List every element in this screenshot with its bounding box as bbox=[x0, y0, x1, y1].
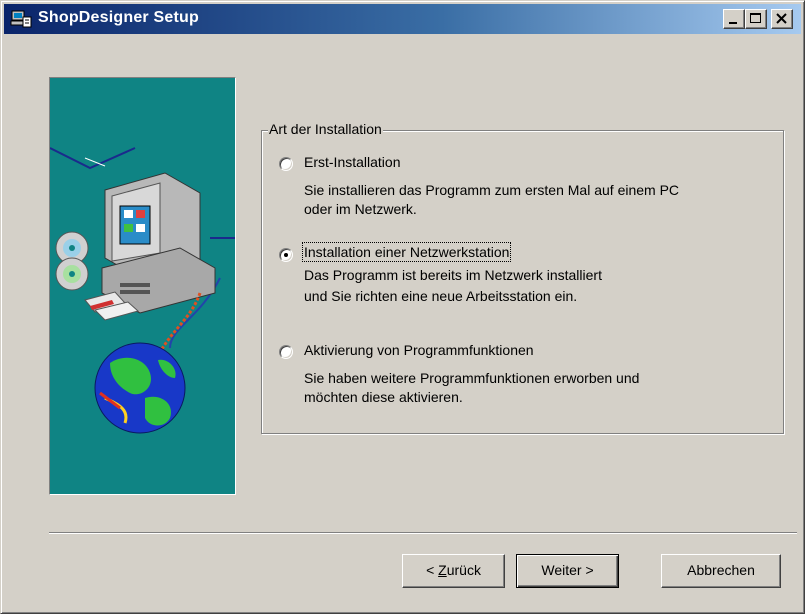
window-title: ShopDesigner Setup bbox=[38, 9, 199, 26]
title-bar[interactable]: ShopDesigner Setup bbox=[4, 4, 801, 34]
back-button-prefix: < bbox=[426, 562, 439, 578]
option-label-aktivierung[interactable]: Aktivierung von Programmfunktionen bbox=[304, 342, 534, 358]
option-desc-line: Das Programm ist bereits im Netzwerk ins… bbox=[304, 267, 602, 283]
minimize-icon bbox=[729, 22, 737, 24]
maximize-icon bbox=[750, 13, 761, 23]
radio-aktivierung[interactable] bbox=[279, 345, 293, 359]
back-button-rest: urück bbox=[446, 562, 481, 578]
option-desc-line: möchten diese aktivieren. bbox=[304, 389, 463, 405]
setup-illustration bbox=[49, 77, 236, 495]
back-button-mnemonic: Z bbox=[438, 562, 447, 578]
group-title: Art der Installation bbox=[268, 121, 383, 137]
option-desc-line: und Sie richten eine neue Arbeitsstation… bbox=[304, 288, 578, 304]
setup-window: ShopDesigner Setup Art der Installation … bbox=[0, 0, 805, 614]
cancel-button[interactable]: Abbrechen bbox=[661, 554, 781, 588]
close-button[interactable] bbox=[771, 9, 793, 29]
option-label-netzwerkstation[interactable]: Installation einer Netzwerkstation bbox=[301, 242, 512, 262]
close-icon bbox=[776, 13, 787, 24]
maximize-button[interactable] bbox=[745, 9, 767, 29]
option-desc-line: Sie haben weitere Programmfunktionen erw… bbox=[304, 370, 640, 386]
next-button-label: Weiter > bbox=[541, 562, 594, 578]
option-desc-line: Sie installieren das Programm zum ersten… bbox=[304, 182, 680, 198]
back-button[interactable]: < Zurück bbox=[402, 554, 505, 588]
radio-erst-installation[interactable] bbox=[279, 157, 293, 171]
cancel-button-label: Abbrechen bbox=[687, 562, 755, 578]
button-separator bbox=[49, 532, 797, 534]
radio-netzwerkstation[interactable] bbox=[279, 248, 293, 262]
radio-selected-dot bbox=[284, 253, 288, 257]
minimize-button[interactable] bbox=[723, 9, 745, 29]
option-label-erst-installation[interactable]: Erst-Installation bbox=[304, 154, 400, 170]
setup-app-icon bbox=[10, 10, 32, 28]
option-desc-line: oder im Netzwerk. bbox=[304, 201, 417, 217]
computer-globe-illustration bbox=[49, 147, 235, 434]
next-button[interactable]: Weiter > bbox=[516, 554, 619, 588]
